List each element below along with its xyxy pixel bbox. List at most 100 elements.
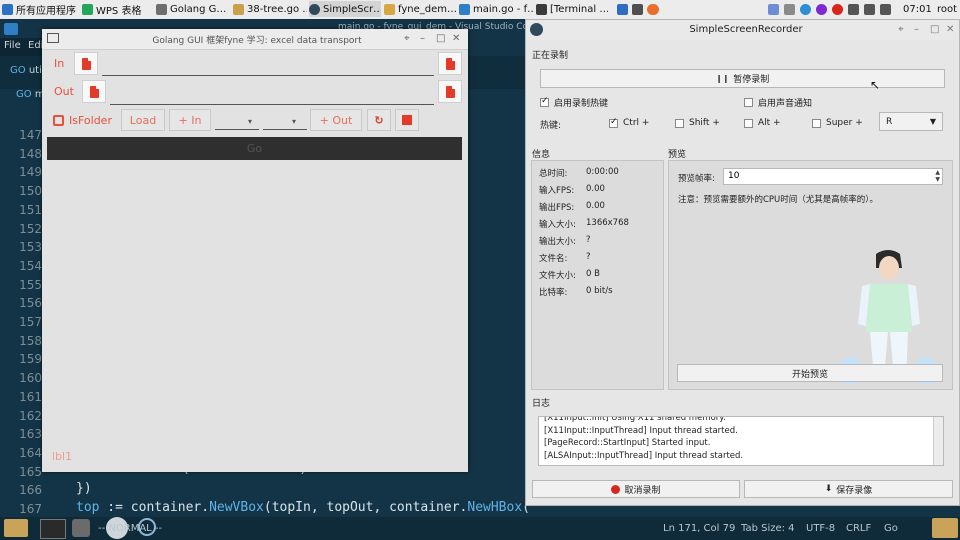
volume-icon[interactable]: [848, 3, 859, 15]
maximize-icon[interactable]: □: [930, 24, 939, 35]
cursor-position[interactable]: Ln 171, Col 79: [663, 523, 735, 534]
encoding[interactable]: UTF-8: [806, 523, 835, 534]
go-button[interactable]: Go: [47, 137, 462, 160]
settings-launcher-icon[interactable]: [72, 519, 90, 537]
add-out-button[interactable]: + Out: [310, 109, 362, 131]
line-number: 167: [19, 502, 42, 516]
folder-launcher-icon[interactable]: [4, 519, 28, 537]
out-select[interactable]: [263, 129, 307, 130]
taskbar-item-fyne-dem[interactable]: fyne_dem…: [384, 1, 456, 17]
maximize-icon[interactable]: □: [436, 33, 445, 44]
window-menu-icon[interactable]: [47, 33, 59, 43]
terminal-launch-icon[interactable]: [632, 3, 643, 15]
add-in-button[interactable]: + In: [169, 109, 211, 131]
log-view[interactable]: [X11Input::Init] Using X11 shared memory…: [538, 416, 944, 466]
info-value: 0.00: [586, 184, 605, 194]
line-number: 157: [19, 315, 42, 329]
minimize-icon[interactable]: –: [420, 33, 425, 44]
menu-file[interactable]: File: [4, 40, 21, 51]
app-tray-icon[interactable]: [816, 3, 827, 15]
network-status-icon[interactable]: [784, 3, 795, 15]
hotkey-key-select[interactable]: R ▼: [879, 112, 943, 131]
bluetooth-icon[interactable]: [768, 3, 779, 15]
ctrl-checkbox[interactable]: Ctrl +: [609, 117, 649, 128]
out-open-button[interactable]: [82, 80, 106, 103]
code-line-167[interactable]: }): [76, 481, 92, 496]
taskbar-item-wps[interactable]: WPS 表格: [82, 1, 152, 17]
alt-checkbox[interactable]: Alt +: [744, 118, 781, 128]
in-file-button[interactable]: [438, 52, 462, 75]
line-number: 160: [19, 371, 42, 386]
isfolder-checkbox[interactable]: [53, 115, 64, 126]
start-preview-button[interactable]: 开始预览: [677, 364, 943, 382]
line-number: 155: [19, 277, 42, 292]
chevron-down-icon[interactable]: ▾: [292, 117, 296, 126]
language-mode[interactable]: Go: [884, 523, 898, 534]
window-icon: [156, 3, 167, 15]
load-button[interactable]: Load: [121, 109, 165, 131]
notification-icon[interactable]: [864, 3, 875, 15]
sound-notify-checkbox[interactable]: 启用声音通知: [744, 96, 812, 109]
save-icon: [402, 115, 412, 125]
taskbar-item-golang-gui[interactable]: Golang G…: [156, 1, 230, 17]
in-select[interactable]: [215, 129, 259, 130]
wifi-icon[interactable]: [880, 3, 891, 15]
pin-icon[interactable]: ⌖: [898, 24, 904, 35]
chevron-down-icon: ▼: [929, 117, 936, 126]
save-button[interactable]: [395, 109, 419, 131]
clock[interactable]: 07:01: [903, 1, 933, 17]
line-ending[interactable]: CRLF: [846, 523, 871, 534]
log-line: [ALSAInput::InputThread] Input thread st…: [544, 450, 744, 461]
close-icon[interactable]: ✕: [452, 33, 460, 44]
refresh-button[interactable]: ↻: [367, 109, 391, 131]
taskbar-item-main-go[interactable]: main.go - f…: [459, 1, 533, 17]
pause-recording-button[interactable]: ❙❙ 暂停录制: [540, 69, 945, 88]
log-scrollbar[interactable]: [933, 417, 943, 465]
preview-fps-spinbox[interactable]: 10 ▲ ▼: [723, 168, 943, 185]
hotkey-enable-checkbox[interactable]: 启用录制热键: [540, 96, 608, 109]
sync-icon[interactable]: [800, 3, 811, 15]
tab-main[interactable]: GO m: [16, 89, 45, 100]
spin-arrows-icon[interactable]: ▲ ▼: [935, 169, 940, 183]
recording-group-label: 正在录制: [532, 51, 569, 61]
chevron-down-icon[interactable]: ▾: [248, 117, 252, 126]
in-open-button[interactable]: [74, 52, 98, 75]
line-number: 164: [19, 445, 42, 460]
super-checkbox[interactable]: Super +: [812, 118, 863, 128]
line-number: 158: [19, 333, 42, 348]
close-icon[interactable]: ✕: [946, 24, 954, 35]
tab-size[interactable]: Tab Size: 4: [741, 523, 795, 534]
cancel-recording-button[interactable]: 取消录制: [532, 480, 740, 498]
out-path-input[interactable]: [110, 104, 434, 105]
firefox-icon[interactable]: [647, 3, 659, 15]
code-line-168[interactable]: top := container.NewVBox(topIn, topOut, …: [76, 500, 530, 515]
taskbar-item-ssr[interactable]: SimpleScr…: [309, 1, 381, 17]
taskbar-item-tree-go[interactable]: 38-tree.go …: [233, 1, 307, 17]
ssr-icon: [309, 3, 320, 15]
ssr-titlebar[interactable]: SimpleScreenRecorder ⌖ – □ ✕: [526, 20, 959, 40]
info-value: 0.00: [586, 201, 605, 211]
recording-tray-icon[interactable]: [832, 3, 843, 15]
folder-tray-icon[interactable]: [932, 518, 958, 538]
pin-icon[interactable]: ⌖: [404, 33, 410, 44]
save-recording-button[interactable]: ⬇ 保存录像: [744, 480, 953, 498]
in-path-input[interactable]: [102, 75, 434, 76]
out-file-button[interactable]: [438, 80, 462, 103]
taskbar-item-terminal[interactable]: [Terminal …: [536, 1, 608, 17]
apps-menu[interactable]: 所有应用程序: [2, 1, 80, 17]
shift-checkbox[interactable]: Shift +: [675, 118, 720, 128]
record-stop-icon: [611, 484, 621, 494]
desktop-icon[interactable]: [617, 3, 628, 15]
line-number: 163: [19, 427, 42, 442]
tab-utils[interactable]: GO uti: [10, 65, 42, 76]
minimize-icon[interactable]: –: [914, 24, 919, 35]
system-tray: [768, 1, 898, 17]
info-key: 输出FPS:: [539, 203, 575, 213]
terminal-icon: [536, 3, 547, 15]
shirt: [866, 284, 912, 332]
user-name[interactable]: root: [937, 1, 959, 17]
vscode-logo-icon: [4, 23, 18, 35]
fyne-titlebar[interactable]: Golang GUI 框架fyne 学习: excel data transpo…: [42, 29, 468, 50]
lbl1-label: lbl1: [52, 450, 73, 463]
terminal-launcher-icon[interactable]: [40, 519, 66, 539]
